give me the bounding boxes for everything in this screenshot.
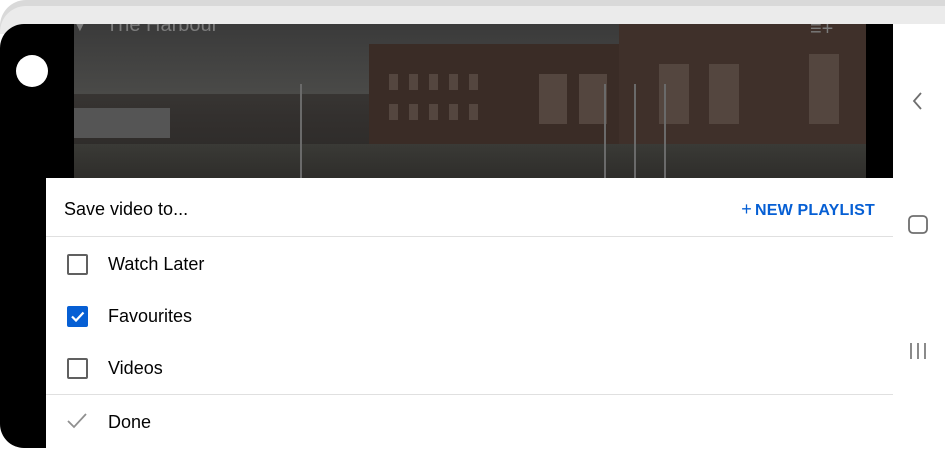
- home-icon[interactable]: [907, 214, 931, 236]
- collapse-chevron-icon[interactable]: ▼: [74, 24, 88, 36]
- playlist-label: Watch Later: [108, 254, 205, 274]
- videos-checkbox[interactable]: [67, 358, 88, 379]
- camera-cutout: [16, 55, 48, 87]
- video-title: The Harbour: [106, 24, 219, 36]
- video-shed: [74, 108, 170, 138]
- sheet-title: Save video to...: [64, 199, 189, 219]
- playlist-item-videos[interactable]: Videos: [46, 342, 893, 394]
- system-navigation-bar: [893, 24, 945, 448]
- plus-icon: +: [741, 199, 752, 219]
- new-playlist-button[interactable]: + NEW PLAYLIST: [741, 199, 875, 220]
- video-ground: [74, 144, 866, 179]
- new-playlist-label: NEW PLAYLIST: [754, 202, 875, 219]
- watch-later-checkbox[interactable]: [67, 254, 88, 275]
- favourites-checkbox[interactable]: [67, 306, 88, 327]
- save-to-playlist-sheet: Save video to... + NEW PLAYLIST Watch Lat…: [46, 178, 893, 448]
- sheet-header: Save video to... + NEW PLAYLIST: [46, 178, 893, 237]
- back-icon[interactable]: [907, 90, 929, 112]
- done-check-icon: [67, 413, 87, 429]
- recents-icon[interactable]: [907, 340, 929, 362]
- playlist-item-favourites[interactable]: Favourites: [46, 290, 893, 342]
- checkmark-icon: [71, 311, 85, 323]
- done-button[interactable]: Done: [46, 394, 893, 449]
- playlist-label: Videos: [108, 358, 163, 378]
- done-label: Done: [108, 412, 152, 432]
- playlist-label: Favourites: [108, 306, 193, 326]
- video-player[interactable]: ▼ The Harbour ≡+ ➜: [74, 24, 866, 179]
- add-to-queue-icon[interactable]: ≡+: [810, 24, 833, 41]
- playlist-item-watch-later[interactable]: Watch Later: [46, 238, 893, 290]
